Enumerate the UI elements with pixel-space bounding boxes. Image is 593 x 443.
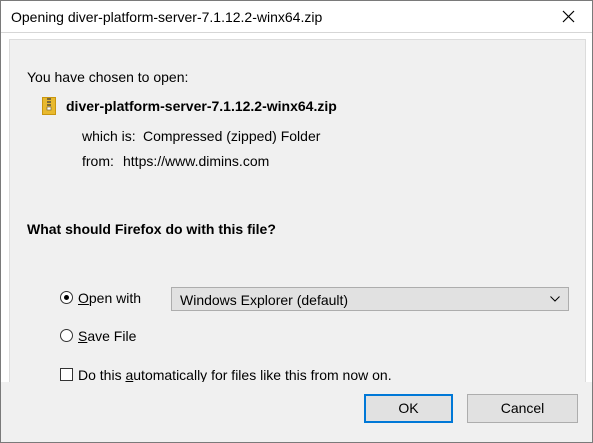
open-with-label[interactable]: Open with: [78, 290, 141, 306]
auto-label-pre: Do this: [78, 367, 126, 383]
open-with-app-select[interactable]: Windows Explorer (default): [171, 287, 569, 311]
dialog-content: You have chosen to open: diver-platform-…: [9, 39, 586, 383]
action-question: What should Firefox do with this file?: [27, 221, 276, 237]
close-icon: [562, 10, 575, 23]
window-title: Opening diver-platform-server-7.1.12.2-w…: [11, 9, 323, 25]
title-bar[interactable]: Opening diver-platform-server-7.1.12.2-w…: [1, 1, 592, 33]
auto-label-rest: utomatically for files like this from no…: [133, 367, 392, 383]
open-with-accel: O: [78, 290, 89, 306]
auto-checkbox[interactable]: [60, 368, 73, 381]
source-url-value: https://www.dimins.com: [123, 153, 270, 169]
open-with-rest: pen with: [88, 290, 142, 306]
save-file-label[interactable]: Save File: [78, 328, 136, 344]
selected-app: Windows Explorer (default): [180, 292, 349, 308]
download-dialog: Opening diver-platform-server-7.1.12.2-w…: [0, 0, 593, 443]
save-file-rest: ave File: [87, 328, 137, 344]
file-name: diver-platform-server-7.1.12.2-winx64.zi…: [66, 98, 337, 114]
save-file-radio[interactable]: [60, 329, 73, 342]
from-label: from:: [82, 153, 114, 169]
close-button[interactable]: [546, 1, 592, 32]
ok-button[interactable]: OK: [364, 394, 453, 423]
file-type-value: Compressed (zipped) Folder: [143, 128, 321, 144]
zip-file-icon: [42, 97, 56, 115]
which-is-label: which is:: [82, 128, 136, 144]
chosen-to-open-label: You have chosen to open:: [27, 69, 189, 85]
radio-selected-dot: [64, 295, 69, 300]
chevron-down-icon: [550, 296, 560, 302]
open-with-radio[interactable]: [60, 291, 73, 304]
save-file-accel: S: [78, 328, 88, 344]
cancel-button[interactable]: Cancel: [467, 394, 578, 423]
auto-label[interactable]: Do this automatically for files like thi…: [78, 367, 392, 383]
